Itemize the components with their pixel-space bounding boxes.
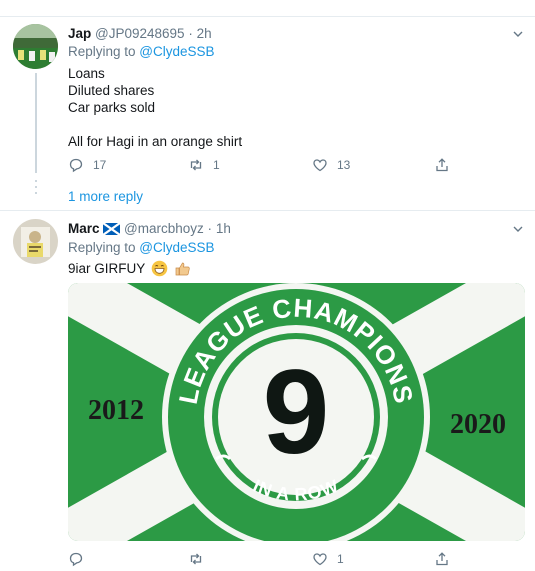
tweet-text: 9iar GIRFUY — [68, 260, 191, 277]
retweet-button[interactable] — [188, 551, 213, 567]
thread-dots — [35, 192, 37, 194]
share-button[interactable] — [434, 157, 450, 173]
flag-year-right: 2020 — [450, 409, 506, 440]
retweet-icon — [190, 553, 202, 565]
chevron-down-icon[interactable] — [513, 29, 523, 39]
retweet-icon — [190, 159, 202, 171]
replying-handle-link[interactable]: @ClydeSSB — [139, 44, 214, 59]
timestamp[interactable]: 1h — [216, 221, 231, 236]
retweet-button[interactable]: 1 — [188, 157, 220, 173]
replying-to: Replying to @ClydeSSB — [68, 240, 215, 255]
separator-dot: · — [207, 221, 213, 236]
text-line: Loans — [68, 66, 105, 81]
reply-icon — [69, 552, 83, 567]
timestamp[interactable]: 2h — [197, 26, 212, 41]
retweet-count: 1 — [213, 158, 220, 172]
tweet-actions: 17 1 13 — [68, 157, 468, 177]
heart-icon — [313, 553, 327, 566]
share-icon — [436, 158, 448, 172]
replying-prefix: Replying to — [68, 240, 140, 255]
chevron-down-icon[interactable] — [513, 224, 523, 234]
tweet-image[interactable]: LEAGUE CHAMPIONS IN A ROW 9 2012 2020 — [68, 283, 525, 541]
share-icon — [436, 552, 448, 566]
reply-icon — [69, 158, 83, 173]
replying-handle-link[interactable]: @ClydeSSB — [139, 240, 214, 255]
thread-dots — [35, 180, 37, 182]
text-line: Car parks sold — [68, 100, 156, 115]
text-line: 9iar GIRFUY — [68, 261, 146, 276]
replying-to: Replying to @ClydeSSB — [68, 44, 215, 59]
share-button[interactable] — [434, 551, 450, 567]
avatar[interactable] — [13, 24, 58, 69]
avatar[interactable] — [13, 219, 58, 264]
reply-button[interactable] — [68, 551, 93, 567]
flag-year-left: 2012 — [88, 395, 144, 426]
replying-prefix: Replying to — [68, 44, 140, 59]
handle[interactable]: @marcbhoyz — [124, 221, 204, 236]
top-divider — [0, 16, 535, 17]
tweet-header: Marc @marcbhoyz · 1h — [68, 221, 231, 238]
more-replies-link[interactable]: 1 more reply — [68, 189, 143, 204]
tweet-text: Loans Diluted shares Car parks sold All … — [68, 65, 242, 150]
like-button[interactable]: 13 — [312, 157, 350, 173]
display-name[interactable]: Marc — [68, 221, 100, 236]
tweet-jap[interactable]: Jap @JP09248695 · 2h Replying to @ClydeS… — [0, 0, 535, 210]
handle[interactable]: @JP09248695 — [95, 26, 185, 41]
like-button[interactable]: 1 — [312, 551, 344, 567]
like-count: 1 — [337, 552, 344, 566]
text-line: All for Hagi in an orange shirt — [68, 134, 243, 149]
scotland-flag-icon — [102, 222, 121, 238]
text-line: Diluted shares — [68, 83, 155, 98]
reply-count: 17 — [93, 158, 107, 172]
reply-button[interactable]: 17 — [68, 157, 106, 173]
heart-icon — [313, 159, 327, 172]
league-champions-flag: LEAGUE CHAMPIONS IN A ROW 9 2012 2020 — [68, 283, 525, 541]
thread-line — [35, 73, 37, 173]
tweet-actions: 1 — [68, 551, 468, 571]
display-name[interactable]: Jap — [68, 26, 91, 41]
separator-dot: · — [188, 26, 193, 41]
like-count: 13 — [337, 158, 351, 172]
flag-number: 9 — [263, 345, 330, 479]
thumbs-up-emoji-icon — [175, 262, 190, 276]
thread-dots — [35, 186, 37, 188]
grinning-face-emoji-icon — [151, 260, 168, 277]
tweet-header: Jap @JP09248695 · 2h — [68, 26, 212, 41]
